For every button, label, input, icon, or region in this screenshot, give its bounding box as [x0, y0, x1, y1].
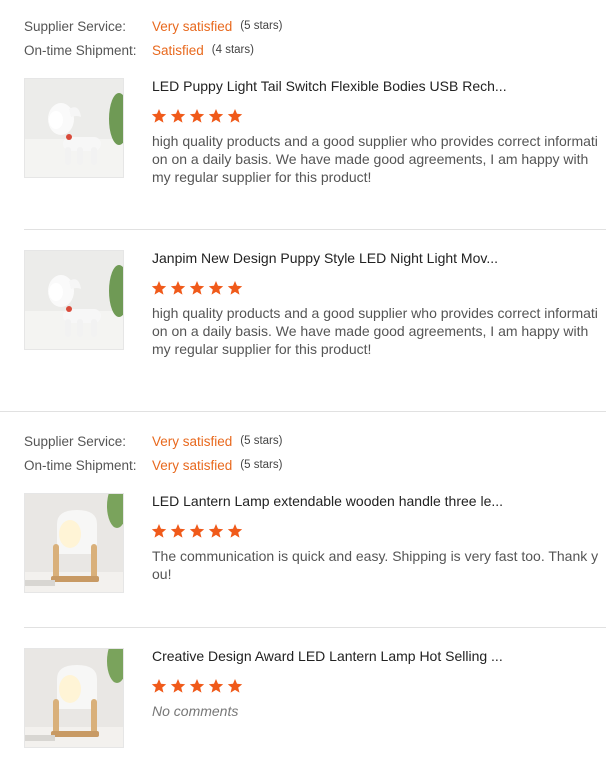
review-comment: The communication is quick and easy. Shi… — [152, 548, 599, 582]
divider — [24, 229, 606, 230]
supplier-service-rating: Supplier Service: Very satisfied (5 star… — [24, 16, 282, 36]
star-icon — [170, 109, 186, 123]
rating-label: On-time Shipment: — [24, 42, 137, 58]
star-icon — [227, 281, 243, 295]
rating-label: Supplier Service: — [24, 18, 127, 34]
star-icon — [189, 109, 205, 123]
puppy-lamp-image[interactable] — [24, 78, 124, 178]
star-icon — [189, 679, 205, 693]
star-icon — [170, 679, 186, 693]
review-divider — [0, 411, 606, 412]
product-title[interactable]: LED Puppy Light Tail Switch Flexible Bod… — [152, 78, 507, 94]
star-rating — [151, 678, 243, 694]
rating-count: (4 stars) — [211, 44, 254, 56]
supplier-service-rating: Supplier Service: Very satisfied (5 star… — [24, 431, 282, 451]
product-title[interactable]: Creative Design Award LED Lantern Lamp H… — [152, 648, 503, 664]
star-icon — [151, 524, 167, 538]
review-comment: high quality products and a good supplie… — [152, 133, 598, 185]
star-icon — [227, 109, 243, 123]
lantern-lamp-image[interactable] — [24, 648, 124, 748]
rating-count: (5 stars) — [240, 435, 283, 447]
star-icon — [208, 679, 224, 693]
star-rating — [151, 280, 243, 296]
star-icon — [208, 109, 224, 123]
star-icon — [170, 524, 186, 538]
rating-value: Very satisfied — [152, 18, 233, 34]
shipment-rating: On-time Shipment: Very satisfied (5 star… — [24, 455, 282, 475]
rating-value: Very satisfied — [152, 457, 233, 473]
review-comment: No comments — [152, 703, 239, 719]
rating-label: On-time Shipment: — [24, 457, 137, 473]
star-icon — [170, 281, 186, 295]
puppy-lamp-image[interactable] — [24, 250, 124, 350]
star-icon — [189, 524, 205, 538]
star-icon — [208, 524, 224, 538]
review-comment: high quality products and a good supplie… — [152, 305, 598, 357]
product-title[interactable]: Janpim New Design Puppy Style LED Night … — [152, 250, 498, 266]
rating-count: (5 stars) — [240, 20, 283, 32]
shipment-rating: On-time Shipment: Satisfied (4 stars) — [24, 40, 254, 60]
divider — [24, 627, 606, 628]
rating-label: Supplier Service: — [24, 433, 127, 449]
star-icon — [151, 281, 167, 295]
product-title[interactable]: LED Lantern Lamp extendable wooden handl… — [152, 493, 503, 509]
rating-value: Satisfied — [152, 42, 204, 58]
rating-count: (5 stars) — [240, 459, 283, 471]
star-rating — [151, 108, 243, 124]
rating-value: Very satisfied — [152, 433, 233, 449]
star-rating — [151, 523, 243, 539]
star-icon — [151, 109, 167, 123]
star-icon — [151, 679, 167, 693]
star-icon — [208, 281, 224, 295]
star-icon — [189, 281, 205, 295]
star-icon — [227, 524, 243, 538]
star-icon — [227, 679, 243, 693]
lantern-lamp-image[interactable] — [24, 493, 124, 593]
